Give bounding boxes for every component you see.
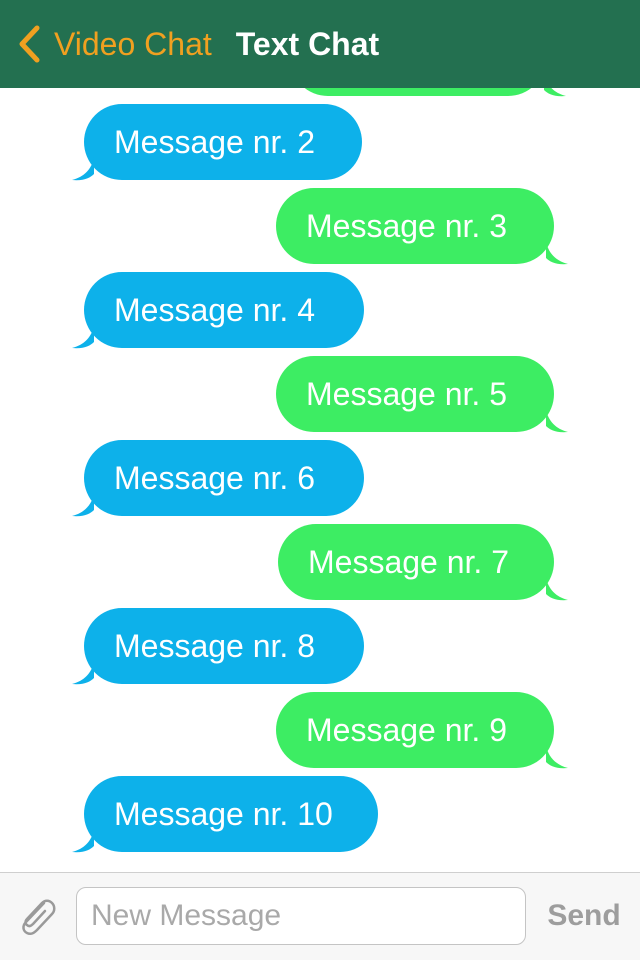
chat-screen: Message nr. 2 Message nr. 3 Message nr. … [0, 0, 640, 960]
bubble-tail [546, 241, 568, 265]
bubble-tail [546, 409, 568, 433]
page-title: Text Chat [235, 25, 380, 62]
back-label: Video Chat [54, 25, 212, 62]
message-bubble-sent: Message nr. 3 [276, 188, 554, 264]
bubble-tail [546, 745, 568, 769]
bubble-tail [72, 829, 94, 853]
back-button[interactable]: Video Chat [16, 14, 212, 74]
message-input[interactable] [76, 887, 526, 945]
paperclip-icon [22, 899, 56, 936]
bubble-tail [72, 493, 94, 517]
bubble-tail [72, 157, 94, 181]
message-list[interactable]: Message nr. 2 Message nr. 3 Message nr. … [0, 0, 640, 872]
send-button[interactable]: Send [542, 887, 626, 945]
message-bubble-sent: Message nr. 9 [276, 692, 554, 768]
bubble-tail [72, 325, 94, 349]
message-bubble-received: Message nr. 4 [84, 272, 364, 348]
message-bubble-received: Message nr. 10 [84, 776, 378, 852]
message-bubble-received: Message nr. 2 [84, 104, 362, 180]
message-bubble-received: Message nr. 8 [84, 608, 364, 684]
navigation-bar: Video Chat Text Chat [0, 0, 640, 88]
bubble-tail [72, 661, 94, 685]
message-bubble-sent: Message nr. 5 [276, 356, 554, 432]
message-bubble-received: Message nr. 6 [84, 440, 364, 516]
attach-button[interactable] [14, 895, 62, 939]
chevron-left-icon [19, 25, 40, 63]
bubble-tail [546, 577, 568, 601]
message-bubble-sent: Message nr. 7 [278, 524, 554, 600]
message-composer: Send [0, 872, 640, 960]
